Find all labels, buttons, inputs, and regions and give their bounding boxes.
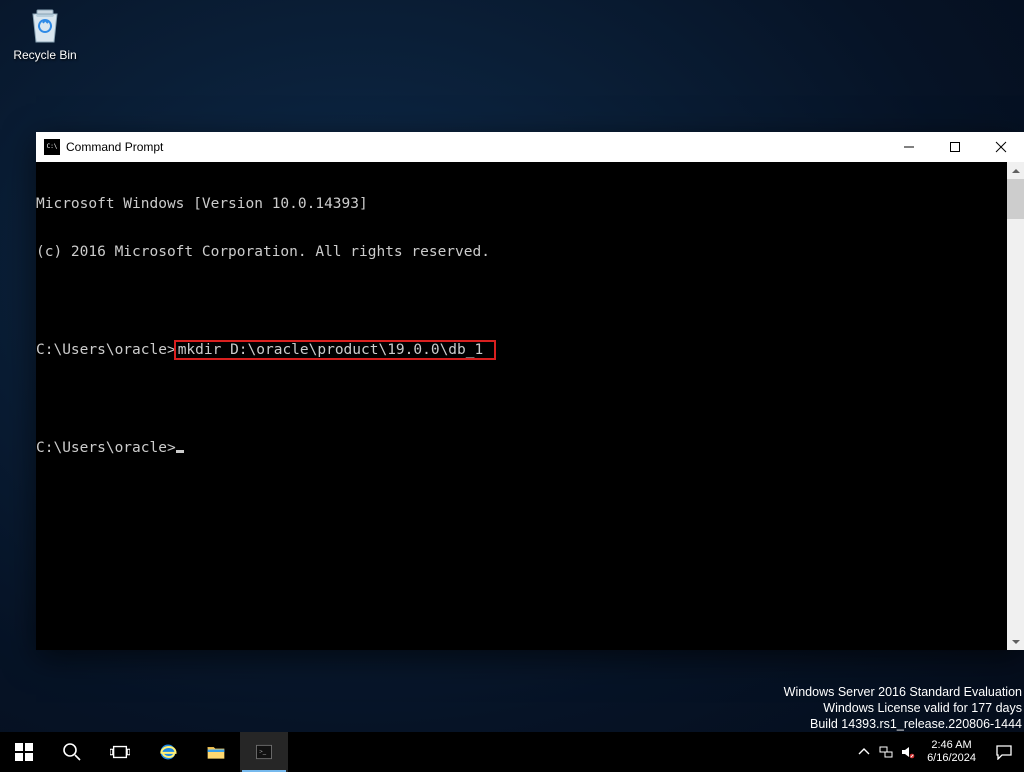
taskbar-pinned-ie[interactable] (144, 732, 192, 772)
action-center-button[interactable] (984, 744, 1024, 760)
search-icon (62, 742, 82, 762)
taskbar: >_ 2:46 AM 6/16/2024 (0, 732, 1024, 772)
terminal-area: Microsoft Windows [Version 10.0.14393] (… (36, 162, 1024, 650)
clock-time: 2:46 AM (927, 739, 976, 752)
text-cursor (176, 450, 184, 453)
scrollbar-track[interactable] (1007, 179, 1024, 633)
watermark-line: Windows Server 2016 Standard Evaluation (784, 684, 1022, 700)
desktop-watermark: Windows Server 2016 Standard Evaluation … (784, 684, 1024, 732)
watermark-line: Build 14393.rs1_release.220806-1444 (784, 716, 1022, 732)
terminal-line: C:\Users\oracle>mkdir D:\oracle\product\… (36, 340, 1007, 360)
cmd-app-icon (44, 139, 60, 155)
terminal-line: Microsoft Windows [Version 10.0.14393] (36, 196, 1007, 212)
start-button[interactable] (0, 732, 48, 772)
svg-text:>_: >_ (259, 749, 267, 756)
tray-network-button[interactable] (875, 732, 897, 772)
annotation-highlight: mkdir D:\oracle\product\19.0.0\db_1 (174, 340, 496, 360)
desktop-icon-label: Recycle Bin (6, 48, 84, 62)
terminal-line (36, 392, 1007, 408)
terminal-output[interactable]: Microsoft Windows [Version 10.0.14393] (… (36, 162, 1007, 650)
taskbar-running-cmd[interactable]: >_ (240, 732, 288, 772)
terminal-line: C:\Users\oracle> (36, 440, 1007, 456)
notification-icon (996, 744, 1012, 760)
scrollbar-thumb[interactable] (1007, 179, 1024, 219)
file-explorer-icon (206, 742, 226, 762)
cmd-icon: >_ (254, 742, 274, 762)
clock-date: 6/16/2024 (927, 752, 976, 765)
windows-logo-icon (14, 742, 34, 762)
command-text: mkdir D:\oracle\product\19.0.0\db_1 (178, 342, 484, 358)
desktop-icon-recycle-bin[interactable]: Recycle Bin (6, 2, 84, 62)
scroll-down-button[interactable] (1007, 633, 1024, 650)
system-tray: 2:46 AM 6/16/2024 (853, 732, 1024, 772)
tray-clock[interactable]: 2:46 AM 6/16/2024 (919, 739, 984, 765)
internet-explorer-icon (158, 742, 178, 762)
window-titlebar[interactable]: Command Prompt (36, 132, 1024, 162)
task-view-button[interactable] (96, 732, 144, 772)
network-icon (879, 745, 893, 759)
watermark-line: Windows License valid for 177 days (784, 700, 1022, 716)
terminal-line: (c) 2016 Microsoft Corporation. All righ… (36, 244, 1007, 260)
minimize-button[interactable] (886, 132, 932, 162)
scroll-up-button[interactable] (1007, 162, 1024, 179)
terminal-line (36, 292, 1007, 308)
task-view-icon (110, 742, 130, 762)
maximize-button[interactable] (932, 132, 978, 162)
tray-volume-button[interactable] (897, 732, 919, 772)
tray-overflow-button[interactable] (853, 732, 875, 772)
volume-icon (901, 745, 915, 759)
chevron-up-icon (857, 745, 871, 759)
window-title: Command Prompt (66, 140, 163, 154)
close-button[interactable] (978, 132, 1024, 162)
taskbar-pinned-explorer[interactable] (192, 732, 240, 772)
recycle-bin-icon (6, 2, 84, 46)
command-prompt-window: Command Prompt Microsoft Windows [Versio… (36, 132, 1024, 650)
search-button[interactable] (48, 732, 96, 772)
prompt-text: C:\Users\oracle> (36, 440, 176, 456)
prompt-text: C:\Users\oracle> (36, 342, 176, 358)
vertical-scrollbar[interactable] (1007, 162, 1024, 650)
